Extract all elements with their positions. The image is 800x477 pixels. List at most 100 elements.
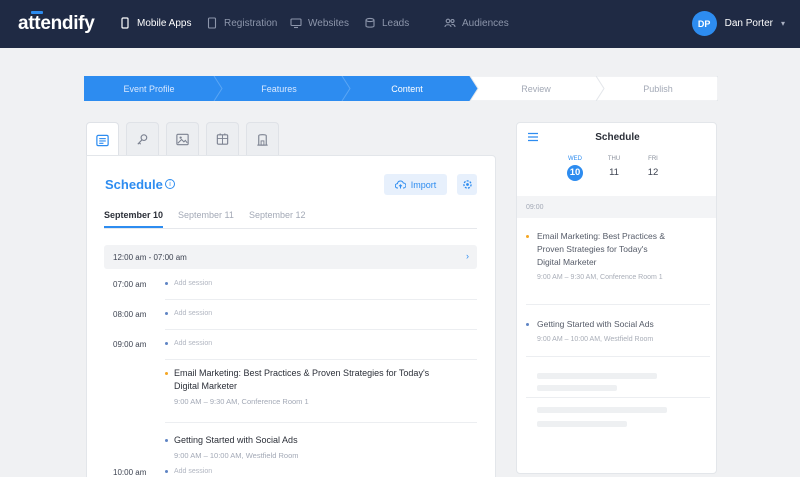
gear-icon — [462, 180, 472, 189]
step-publish[interactable]: Publish — [598, 76, 718, 101]
collapsed-time-range[interactable]: 12:00 am - 07:00 am › — [104, 245, 477, 269]
session-title: Getting Started with Social Ads — [174, 435, 298, 445]
placeholder-line — [537, 385, 617, 391]
user-name: Dan Porter — [724, 18, 773, 29]
range-label: 12:00 am - 07:00 am — [113, 252, 187, 262]
tab-schedule[interactable] — [86, 122, 119, 157]
session-title-cont: Digital Marketer — [537, 257, 597, 267]
session-meta: 9:00 AM – 9:30 AM, Conference Room 1 — [537, 274, 663, 281]
import-button[interactable]: Import — [384, 174, 447, 195]
tab-day-september-12[interactable]: September 12 — [249, 210, 306, 220]
nav-item-websites[interactable]: Websites — [290, 17, 349, 29]
dot-icon — [165, 282, 168, 285]
user-menu[interactable]: DP Dan Porter ▾ — [691, 11, 785, 36]
tab-day-september-10[interactable]: September 10 — [104, 210, 163, 220]
tab-gallery[interactable] — [166, 122, 199, 156]
session-meta: 9:00 AM – 10:00 AM, Westfield Room — [537, 336, 654, 343]
add-session-label: Add session — [174, 468, 213, 475]
schedule-editor: Schedule i Import September 10 September… — [86, 155, 496, 477]
preview-session-item[interactable]: Getting Started with Social Ads 9:00 AM … — [526, 318, 710, 343]
session-title-cont: Digital Marketer — [174, 381, 238, 391]
session-title: Email Marketing: Best Practices & Proven… — [174, 368, 430, 378]
chevron-down-icon: ▾ — [780, 19, 785, 28]
tab-maps[interactable] — [206, 122, 239, 156]
day-number: 10 — [567, 165, 583, 181]
session-title: Getting Started with Social Ads — [537, 319, 654, 329]
time-label: 07:00 am — [113, 280, 147, 289]
add-session-button[interactable]: Add session — [165, 280, 212, 287]
step-features[interactable]: Features — [214, 76, 344, 101]
nav-item-mobile-apps[interactable]: Mobile Apps — [119, 17, 191, 29]
day-name: THU — [607, 156, 621, 162]
preview-day-fri[interactable]: FRI 12 — [641, 156, 665, 181]
add-session-button[interactable]: Add session — [165, 468, 212, 475]
avatar: DP — [691, 11, 717, 36]
session-title: Email Marketing: Best Practices & — [537, 231, 666, 241]
placeholder-line — [537, 421, 627, 427]
import-label: Import — [410, 179, 437, 190]
session-dot-icon — [526, 235, 529, 238]
step-content[interactable]: Content — [342, 76, 472, 101]
row-divider — [526, 356, 710, 357]
session-meta: 9:00 AM – 10:00 AM, Westfield Room — [174, 451, 299, 460]
day-name: WED — [568, 156, 582, 162]
preview-title: Schedule — [595, 132, 640, 143]
step-review[interactable]: Review — [474, 76, 598, 101]
logo-text: attendify — [18, 13, 95, 34]
nav-label: Audiences — [462, 17, 509, 29]
session-item[interactable]: Getting Started with Social Ads 9:00 AM … — [165, 434, 299, 460]
time-label: 08:00 am — [113, 310, 147, 319]
page-title: Schedule — [105, 177, 163, 192]
day-number: 11 — [609, 167, 619, 178]
attendify-logo[interactable]: attendify — [18, 11, 95, 35]
add-session-button[interactable]: Add session — [165, 310, 212, 317]
step-event-profile[interactable]: Event Profile — [84, 76, 214, 101]
row-divider — [165, 299, 477, 300]
nav-label: Leads — [382, 17, 410, 29]
session-item[interactable]: Email Marketing: Best Practices & Proven… — [165, 367, 429, 406]
phone-icon — [121, 17, 129, 29]
tab-speakers[interactable] — [126, 122, 159, 156]
database-icon — [365, 17, 375, 28]
preview-day-thu[interactable]: THU 11 — [602, 156, 626, 181]
nav-item-leads[interactable]: Leads — [364, 17, 409, 29]
dot-icon — [165, 470, 168, 473]
settings-button[interactable] — [457, 174, 477, 195]
users-icon — [444, 18, 456, 28]
row-divider — [165, 359, 477, 360]
wizard-stepper: Event Profile Features Content Review Pu… — [84, 76, 718, 101]
session-dot-icon — [165, 372, 168, 375]
preview-session-item[interactable]: Email Marketing: Best Practices & Proven … — [526, 230, 710, 281]
session-title-cont: Proven Strategies for Today's — [537, 244, 648, 254]
placeholder-line — [537, 407, 667, 413]
dot-icon — [165, 312, 168, 315]
info-icon[interactable]: i — [165, 179, 175, 189]
add-session-label: Add session — [174, 340, 213, 347]
row-divider — [526, 397, 710, 398]
time-label: 09:00 am — [113, 340, 147, 349]
row-divider — [165, 329, 477, 330]
day-name: FRI — [648, 156, 658, 162]
dot-icon — [165, 342, 168, 345]
key-icon — [137, 134, 148, 145]
tab-day-september-11[interactable]: September 11 — [178, 210, 234, 220]
add-session-button[interactable]: Add session — [165, 340, 212, 347]
preview-day-wed[interactable]: WED 10 — [563, 156, 587, 181]
row-divider — [165, 422, 477, 423]
tablet-icon — [207, 17, 217, 29]
logo-accent-bar — [31, 11, 43, 14]
tab-venues[interactable] — [246, 122, 279, 156]
session-meta: 9:00 AM – 9:30 AM, Conference Room 1 — [174, 397, 309, 406]
nav-label: Mobile Apps — [137, 17, 192, 29]
nav-label: Registration — [224, 17, 278, 29]
row-divider — [526, 304, 710, 305]
building-icon — [257, 134, 268, 146]
top-navigation: attendify Mobile Apps Registration Websi… — [0, 0, 800, 48]
add-session-label: Add session — [174, 310, 213, 317]
map-icon — [216, 133, 229, 145]
nav-item-audiences[interactable]: Audiences — [444, 17, 509, 29]
nav-item-registration[interactable]: Registration — [206, 17, 277, 29]
session-dot-icon — [526, 323, 529, 326]
tabs-divider — [104, 228, 477, 229]
monitor-icon — [290, 18, 302, 29]
